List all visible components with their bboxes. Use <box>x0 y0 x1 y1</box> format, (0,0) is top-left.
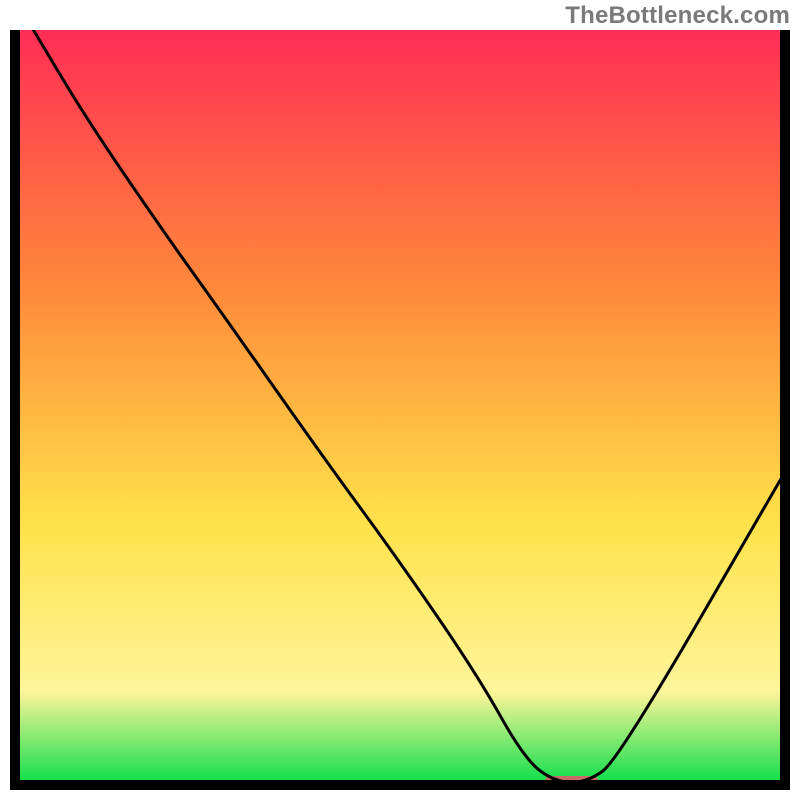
watermark-text: TheBottleneck.com <box>565 2 790 30</box>
bottleneck-plot <box>10 30 790 790</box>
chart-svg <box>10 30 790 790</box>
chart-container: TheBottleneck.com <box>0 0 800 800</box>
gradient-background <box>10 30 790 790</box>
